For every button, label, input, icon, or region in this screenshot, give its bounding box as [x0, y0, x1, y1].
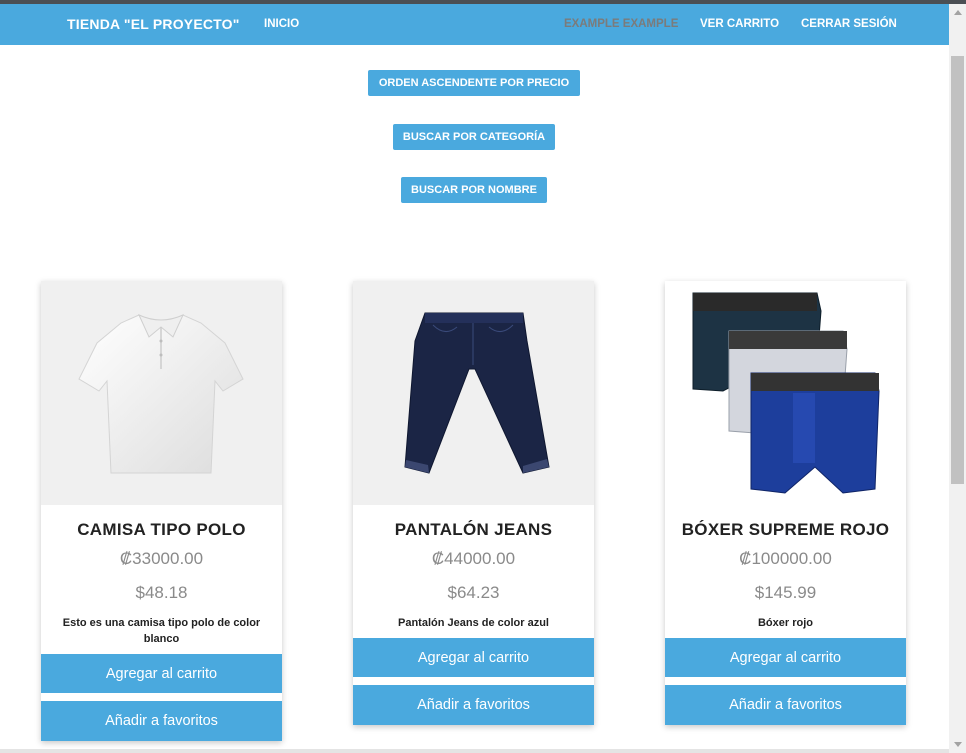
add-to-favorites-button[interactable]: Añadir a favoritos [41, 701, 282, 741]
product-description: Esto es una camisa tipo polo de color bl… [62, 617, 261, 645]
search-by-name-button[interactable]: BUSCAR POR NOMBRE [401, 177, 547, 203]
nav-home-link[interactable]: INICIO [264, 18, 299, 30]
product-card: PANTALÓN JEANS ₡44000.00 $64.23 Pantalón… [353, 281, 594, 725]
product-price-crc: ₡44000.00 [431, 549, 516, 568]
product-name: PANTALÓN JEANS [394, 520, 553, 539]
brand-logo[interactable]: TIENDA "EL PROYECTO" [67, 16, 240, 32]
product-price-crc: ₡100000.00 [739, 549, 832, 568]
search-by-category-button[interactable]: BUSCAR POR CATEGORÍA [393, 124, 555, 150]
nav-cart-link[interactable]: VER CARRITO [700, 18, 779, 30]
scroll-down-arrow-icon[interactable] [949, 736, 966, 753]
product-image [41, 281, 282, 505]
add-to-cart-button[interactable]: Agregar al carrito [665, 638, 906, 677]
product-card: CAMISA TIPO POLO ₡33000.00 $48.18 Esto e… [41, 281, 282, 741]
product-price-usd: $64.23 [447, 583, 500, 602]
scroll-up-arrow-icon[interactable] [949, 4, 966, 21]
boxer-briefs-icon [692, 292, 880, 494]
product-description: Pantalón Jeans de color azul [398, 617, 549, 629]
product-image [353, 281, 594, 505]
window-bottom-border [0, 749, 949, 753]
product-price-usd: $145.99 [754, 583, 817, 602]
nav-user-name[interactable]: EXAMPLE EXAMPLE [564, 18, 678, 30]
add-to-favorites-button[interactable]: Añadir a favoritos [665, 685, 906, 725]
scrollbar-thumb[interactable] [951, 56, 964, 484]
product-name: BÓXER SUPREME ROJO [681, 520, 890, 539]
product-price-crc: ₡33000.00 [119, 549, 204, 568]
product-description: Bóxer rojo [757, 617, 813, 629]
add-to-cart-button[interactable]: Agregar al carrito [353, 638, 594, 677]
jeans-icon [404, 312, 550, 474]
product-name: CAMISA TIPO POLO [77, 520, 246, 539]
product-price-usd: $48.18 [135, 583, 188, 602]
sort-by-price-button[interactable]: ORDEN ASCENDENTE POR PRECIO [368, 70, 580, 96]
nav-logout-link[interactable]: CERRAR SESIÓN [801, 18, 897, 30]
add-to-favorites-button[interactable]: Añadir a favoritos [353, 685, 594, 725]
add-to-cart-button[interactable]: Agregar al carrito [41, 654, 282, 693]
product-card: BÓXER SUPREME ROJO ₡100000.00 $145.99 Bó… [665, 281, 906, 725]
product-image [665, 281, 906, 505]
vertical-scrollbar[interactable] [949, 4, 966, 753]
navbar: TIENDA "EL PROYECTO" INICIO EXAMPLE EXAM… [0, 4, 949, 45]
polo-shirt-icon [78, 313, 244, 474]
